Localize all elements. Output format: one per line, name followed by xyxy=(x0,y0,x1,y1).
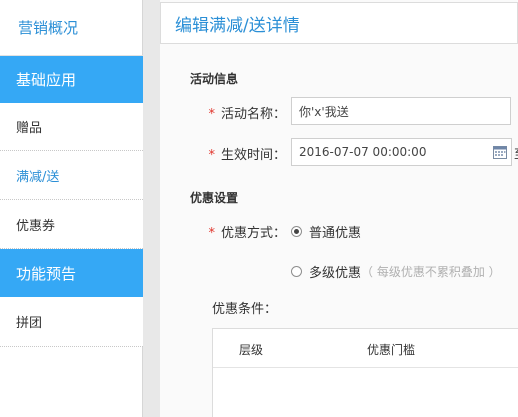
start-time-input[interactable]: 2016-07-07 00:00:00 xyxy=(291,138,512,166)
section-title-activity-info: 活动信息 xyxy=(190,72,239,86)
discount-condition-label: 优惠条件： xyxy=(212,302,278,317)
section-title-discount-settings: 优惠设置 xyxy=(190,191,239,205)
sidebar-item-group-buy[interactable]: 拼团 xyxy=(0,297,143,347)
table-header-divider xyxy=(213,367,518,368)
radio-button[interactable] xyxy=(291,266,302,277)
radio-label: 普通优惠 xyxy=(309,226,362,241)
sidebar-item-coupons[interactable]: 优惠券 xyxy=(0,200,143,249)
time-range-separator: 至 xyxy=(514,145,518,162)
sidebar: 营销概况 基础应用 赠品 满减/送 优惠券 功能预告 拼团 xyxy=(0,0,143,417)
main-content: 编辑满减/送详情 活动信息 * 活动名称： 你'x'我送 * 生效时间： 2016-… xyxy=(160,0,518,417)
sidebar-item-overview[interactable]: 营销概况 xyxy=(0,0,143,56)
table-header-level: 层级 xyxy=(239,343,264,357)
required-mark: * xyxy=(208,226,215,241)
sidebar-section-basic[interactable]: 基础应用 xyxy=(0,56,143,103)
page-title: 编辑满减/送详情 xyxy=(160,2,518,44)
required-mark: * xyxy=(208,148,215,163)
radio-normal-discount[interactable]: 普通优惠 xyxy=(291,222,361,241)
sidebar-item-full-reduction[interactable]: 满减/送 xyxy=(0,151,143,200)
sidebar-section-preview[interactable]: 功能预告 xyxy=(0,249,143,297)
discount-mode-label: * 优惠方式： xyxy=(208,226,286,241)
activity-name-label: * 活动名称： xyxy=(208,107,286,122)
calendar-icon[interactable] xyxy=(493,145,507,159)
activity-name-input[interactable]: 你'x'我送 xyxy=(291,97,511,125)
required-mark: * xyxy=(208,107,215,122)
table-header-threshold: 优惠门槛 xyxy=(367,343,416,357)
radio-button-selected[interactable] xyxy=(291,226,302,237)
radio-multi-level-discount[interactable]: 多级优惠（ 每级优惠不累积叠加 ） xyxy=(291,262,501,281)
multi-level-hint: （ 每级优惠不累积叠加 ） xyxy=(361,265,501,279)
radio-label: 多级优惠 xyxy=(309,266,362,281)
condition-table: 层级 优惠门槛 xyxy=(212,328,518,417)
effective-time-label: * 生效时间： xyxy=(208,148,286,163)
sidebar-item-gifts[interactable]: 赠品 xyxy=(0,103,143,151)
